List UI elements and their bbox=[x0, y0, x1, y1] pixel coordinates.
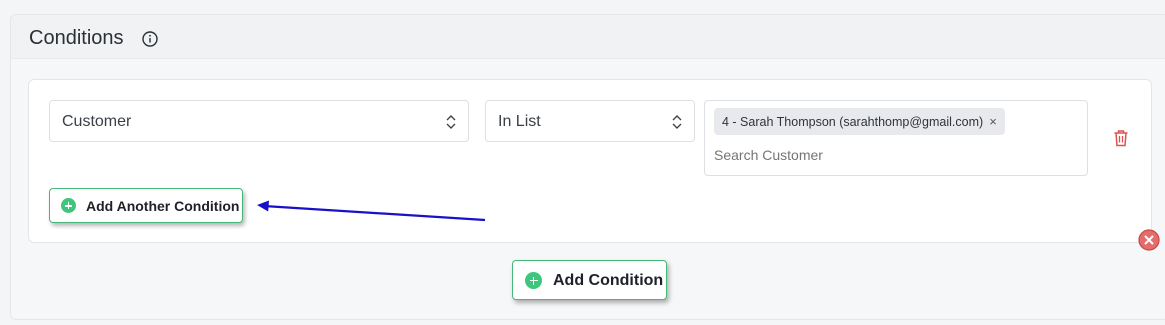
plus-circle-icon bbox=[61, 198, 76, 213]
add-another-condition-label: Add Another Condition bbox=[86, 198, 240, 214]
operator-select-value: In List bbox=[498, 113, 541, 130]
add-condition-button[interactable]: Add Condition bbox=[512, 260, 667, 300]
add-another-condition-button[interactable]: Add Another Condition bbox=[49, 188, 243, 223]
plus-circle-icon bbox=[525, 272, 542, 289]
search-customer-input[interactable] bbox=[714, 147, 1014, 163]
chevron-updown-icon bbox=[446, 115, 456, 129]
tag-label: 4 - Sarah Thompson (sarahthomp@gmail.com… bbox=[722, 115, 984, 129]
page-title: Conditions bbox=[29, 27, 124, 49]
tag-remove-icon[interactable]: × bbox=[989, 114, 997, 129]
chevron-updown-icon bbox=[672, 115, 682, 129]
close-circle-icon[interactable] bbox=[1138, 229, 1160, 251]
selected-customer-tag: 4 - Sarah Thompson (sarahthomp@gmail.com… bbox=[714, 108, 1005, 135]
annotation-arrow-icon bbox=[257, 200, 486, 222]
field-select[interactable]: Customer bbox=[49, 100, 469, 142]
add-condition-label: Add Condition bbox=[553, 272, 664, 289]
field-select-value: Customer bbox=[62, 113, 132, 130]
panel-header: Conditions bbox=[11, 15, 1165, 59]
trash-icon[interactable] bbox=[1111, 128, 1131, 148]
info-icon[interactable] bbox=[142, 31, 158, 47]
operator-select[interactable]: In List bbox=[485, 100, 695, 142]
customer-multiselect[interactable]: 4 - Sarah Thompson (sarahthomp@gmail.com… bbox=[704, 100, 1088, 176]
